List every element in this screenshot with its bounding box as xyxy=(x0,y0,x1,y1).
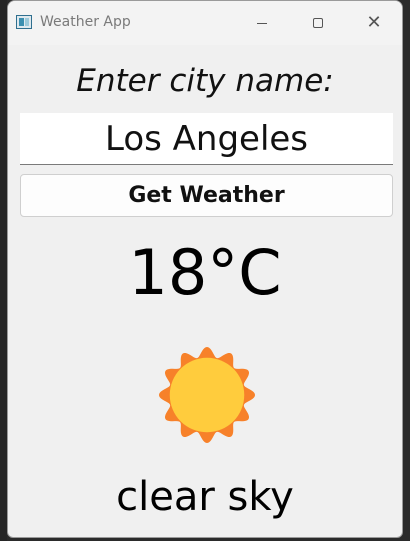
title-bar[interactable]: Weather App ✕ xyxy=(8,1,402,45)
close-button[interactable]: ✕ xyxy=(346,1,402,45)
window-title: Weather App xyxy=(40,14,131,30)
background-edge xyxy=(0,0,7,541)
minimize-icon xyxy=(257,22,267,24)
sun-inner-disc xyxy=(169,357,245,433)
city-input[interactable] xyxy=(20,113,393,165)
maximize-icon xyxy=(313,18,323,28)
weather-description: clear sky xyxy=(116,474,294,520)
weather-app-window: Weather App ✕ Enter city name: Get Weath… xyxy=(7,0,403,538)
minimize-button[interactable] xyxy=(234,1,290,45)
city-prompt-label: Enter city name: xyxy=(76,63,334,99)
app-icon xyxy=(16,15,32,29)
get-weather-button[interactable]: Get Weather xyxy=(20,174,393,217)
sun-icon xyxy=(158,346,256,444)
temperature-display: 18°C xyxy=(128,236,282,309)
close-icon: ✕ xyxy=(366,12,382,33)
maximize-button[interactable] xyxy=(290,1,346,45)
